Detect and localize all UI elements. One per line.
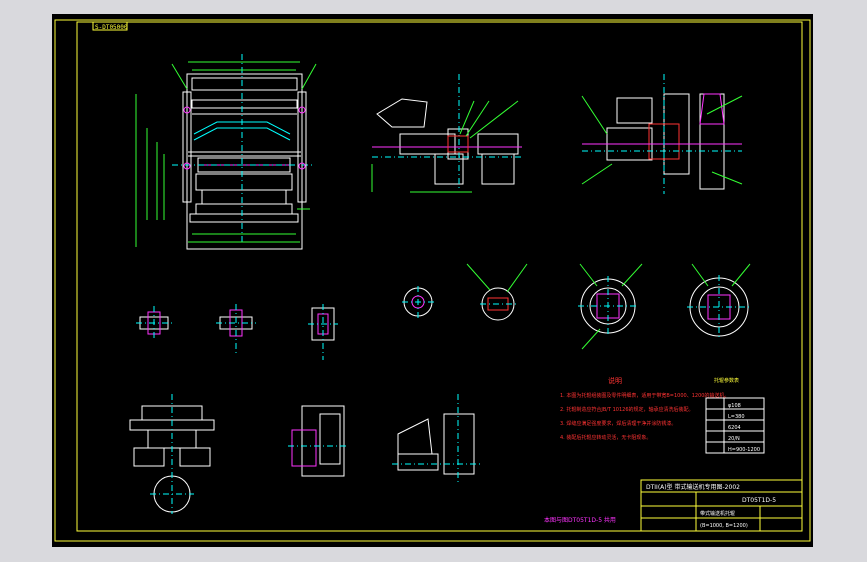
drawing-number: DT05T1D-5 <box>742 497 776 504</box>
small-detail-1 <box>136 306 172 338</box>
outer-frame <box>54 19 811 542</box>
inner-frame <box>76 21 803 532</box>
bottom-right-view <box>392 394 482 484</box>
detail-circle-1 <box>402 286 434 318</box>
table-row-2: L=380 <box>728 414 745 420</box>
detail-circle-2 <box>466 263 528 321</box>
small-detail-2 <box>216 304 256 354</box>
part-spec: (B=1000, B=1200) <box>700 523 748 529</box>
table-title: 托辊参数表 <box>714 377 739 384</box>
note-line-4: 4. 装配后托辊应转动灵活，无卡阻现象。 <box>560 434 651 441</box>
note-line-3: 3. 焊缝应满足强度要求，焊后清理干净并涂防锈漆。 <box>560 420 676 427</box>
main-front-view <box>135 54 317 250</box>
table-row-3: 6204 <box>728 425 741 431</box>
table-row-4: 20/N <box>728 436 740 442</box>
part-name: 带式输送机托辊 <box>700 510 735 517</box>
table-row-5: H=900-1200 <box>728 447 760 453</box>
table-row-1: φ108 <box>728 403 741 409</box>
notes-title: 说明 <box>608 376 622 385</box>
small-detail-3 <box>308 304 338 360</box>
bottom-middle-view <box>288 405 348 477</box>
title-block-heading: DTII(A)型 带式输送机专用图-2002 <box>646 483 740 491</box>
detail-circle-3 <box>578 263 643 350</box>
bottom-left-view <box>129 394 215 514</box>
note-line-2: 2. 托辊制造应符合JB/T 10126的规定，轴承应清洗后装配。 <box>560 406 694 413</box>
corner-tab-label: S-DT05000 <box>95 24 128 31</box>
section-view-b <box>581 74 743 194</box>
cad-viewport[interactable]: S-DT05000 说明 1. 本图为托辊组装图及零件明细表，适用于带宽B=10… <box>52 14 813 547</box>
notes-block: 说明 1. 本图为托辊组装图及零件明细表，适用于带宽B=1000、1200的输送… <box>560 376 729 441</box>
parameter-table: 托辊参数表 φ108 L=380 6204 20/N H=900-1200 <box>705 377 765 454</box>
section-view-a <box>371 74 522 193</box>
note-line-1: 1. 本图为托辊组装图及零件明细表，适用于带宽B=1000、1200的输送机。 <box>560 392 729 399</box>
title-block: DTII(A)型 带式输送机专用图-2002 DT05T1D-5 带式输送机托辊… <box>640 479 803 532</box>
bottom-note: 本图与图DT05T1D-5 共用 <box>544 516 616 524</box>
detail-circle-4 <box>687 263 751 339</box>
cad-drawing: S-DT05000 说明 1. 本图为托辊组装图及零件明细表，适用于带宽B=10… <box>54 19 811 542</box>
